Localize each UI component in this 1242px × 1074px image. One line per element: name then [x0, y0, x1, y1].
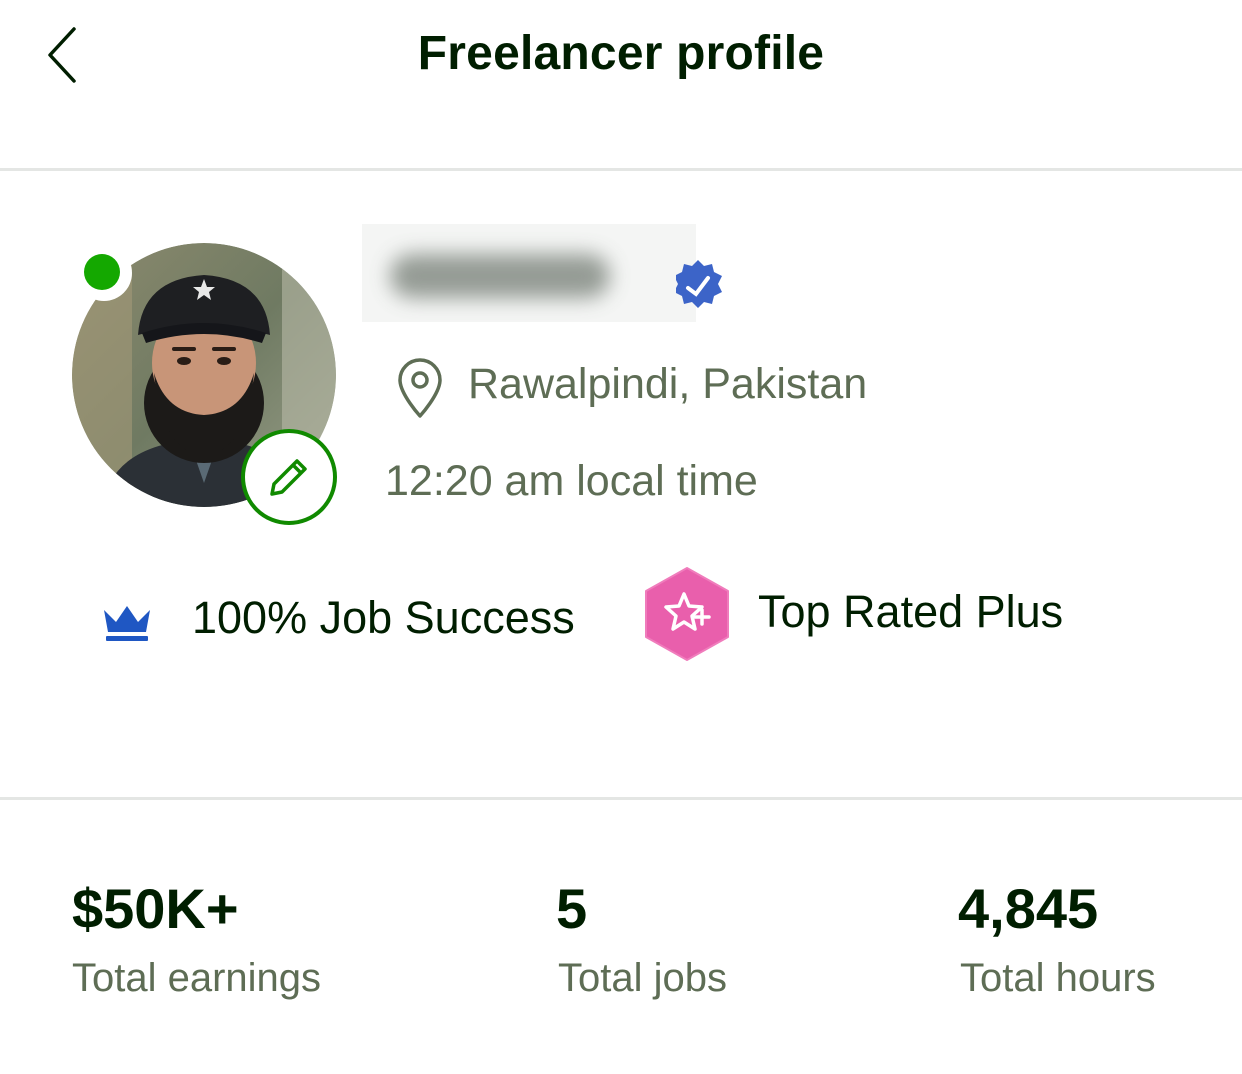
- location-text: Rawalpindi, Pakistan: [468, 360, 868, 408]
- freelancer-profile-page: Freelancer profile Rawalpindi, Pakistan …: [0, 0, 1242, 1074]
- header-divider: [0, 168, 1242, 171]
- local-time-text: 12:20 am local time: [385, 457, 758, 505]
- page-title: Freelancer profile: [417, 27, 825, 80]
- total-jobs-value: 5: [556, 877, 588, 940]
- map-pin-icon: [398, 358, 442, 418]
- top-rated-plus-badge: Top Rated Plus: [758, 586, 1064, 637]
- online-status-indicator: [76, 245, 132, 301]
- total-jobs-label: Total jobs: [558, 956, 727, 1000]
- job-success-badge: 100% Job Success: [192, 592, 575, 643]
- freelancer-name-redacted: [362, 224, 696, 322]
- star-hexagon-icon: [645, 567, 729, 661]
- top-bar: Freelancer profile: [0, 0, 1242, 170]
- stats-divider: [0, 797, 1242, 800]
- total-earnings-label: Total earnings: [72, 956, 322, 1000]
- total-hours-value: 4,845: [958, 877, 1099, 940]
- edit-avatar-button[interactable]: [241, 429, 337, 525]
- total-hours-label: Total hours: [960, 956, 1156, 1000]
- total-earnings-value: $50K+: [72, 877, 239, 940]
- crown-icon: [104, 606, 150, 641]
- pencil-icon: [270, 459, 307, 496]
- redacted-name-blur: [390, 254, 610, 298]
- verified-badge-icon: [676, 260, 722, 308]
